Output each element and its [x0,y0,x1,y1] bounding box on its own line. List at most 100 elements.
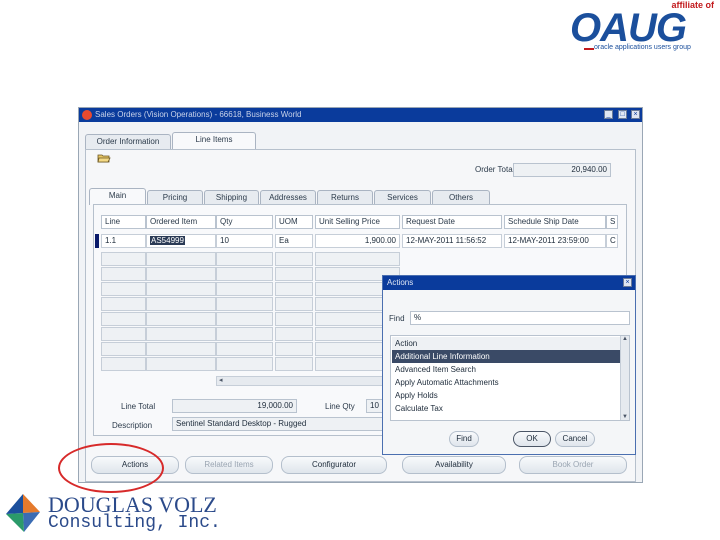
configurator-button[interactable]: Configurator [281,456,387,474]
empty-grid-cell[interactable] [101,342,146,356]
cell-ordered-item-value: AS54999 [150,236,185,245]
empty-grid-cell[interactable] [101,327,146,341]
empty-grid-cell[interactable] [216,312,273,326]
tab-shipping[interactable]: Shipping [204,190,259,205]
tab-addresses[interactable]: Addresses [260,190,316,205]
col-header-line: Line [101,215,146,229]
empty-grid-cell[interactable] [146,357,216,371]
description-field[interactable]: Sentinel Standard Desktop - Rugged [172,417,394,431]
cell-schedule-ship-date[interactable]: 12-MAY-2011 23:59:00 [504,234,606,248]
cell-unit-selling-price[interactable]: 1,900.00 [315,234,400,248]
tab-line-items[interactable]: Line Items [172,132,256,149]
related-items-button[interactable]: Related Items [185,456,273,474]
list-item-apply-holds[interactable]: Apply Holds [392,389,621,402]
tab-pricing-label: Pricing [162,193,188,202]
empty-grid-cell[interactable] [146,342,216,356]
douglas-volz-logo: DOUGLAS VOLZ Consulting, Inc. [0,490,221,540]
empty-grid-cell[interactable] [315,252,400,266]
line-total-field[interactable]: 19,000.00 [172,399,297,413]
maximize-icon[interactable]: □ [618,110,627,119]
empty-grid-cell[interactable] [101,282,146,296]
empty-grid-cell[interactable] [101,297,146,311]
tab-main[interactable]: Main [89,188,146,205]
find-button[interactable]: Find [449,431,479,447]
list-item-advanced-item-search[interactable]: Advanced Item Search [392,363,621,376]
col-header-request-date: Request Date [402,215,502,229]
empty-grid-cell[interactable] [275,342,313,356]
list-vertical-scrollbar[interactable]: ▲ ▼ [620,336,629,420]
folder-open-icon[interactable] [97,152,111,164]
empty-grid-cell[interactable] [146,327,216,341]
actions-highlight-circle [58,443,164,493]
tab-pricing[interactable]: Pricing [147,190,203,205]
tab-returns[interactable]: Returns [317,190,373,205]
scroll-left-icon[interactable]: ◂ [219,377,223,385]
cell-ordered-item[interactable]: AS54999 [146,234,216,248]
col-header-unit-selling-price: Unit Selling Price [315,215,400,229]
empty-grid-cell[interactable] [216,342,273,356]
dialog-close-icon[interactable]: × [623,278,632,287]
cancel-button[interactable]: Cancel [555,431,595,447]
empty-grid-cell[interactable] [275,282,313,296]
col-header-schedule-ship-date: Schedule Ship Date [504,215,606,229]
empty-grid-cell[interactable] [146,282,216,296]
list-column-header: Action [392,337,621,350]
empty-grid-cell[interactable] [216,297,273,311]
list-item-calculate-tax[interactable]: Calculate Tax [392,402,621,415]
col-header-qty: Qty [216,215,273,229]
tab-services[interactable]: Services [374,190,431,205]
empty-grid-cell[interactable] [216,252,273,266]
oaug-red-line [584,48,594,50]
window-title-bar[interactable]: Sales Orders (Vision Operations) - 66618… [79,108,642,122]
empty-grid-cell[interactable] [146,267,216,281]
find-input[interactable]: % [410,311,630,325]
actions-dialog-title-bar[interactable]: Actions × [383,276,635,290]
empty-grid-cell[interactable] [275,267,313,281]
availability-button[interactable]: Availability [402,456,506,474]
list-item-additional-line-information[interactable]: Additional Line Information [392,350,621,363]
close-icon[interactable]: × [631,110,640,119]
empty-grid-cell[interactable] [216,282,273,296]
order-total-field[interactable]: 20,940.00 [513,163,611,177]
oracle-app-icon [82,110,92,120]
empty-grid-cell[interactable] [275,297,313,311]
empty-grid-cell[interactable] [101,252,146,266]
scroll-down-icon[interactable]: ▼ [622,414,628,420]
window-title: Sales Orders (Vision Operations) - 66618… [95,110,302,119]
empty-grid-cell[interactable] [216,357,273,371]
empty-grid-cell[interactable] [146,297,216,311]
list-item-apply-automatic-attachments[interactable]: Apply Automatic Attachments [392,376,621,389]
ok-button[interactable]: OK [513,431,551,447]
minimize-icon[interactable]: _ [604,110,613,119]
empty-grid-cell[interactable] [101,357,146,371]
col-header-status: S [606,215,618,229]
description-label: Description [112,421,153,430]
book-order-button[interactable]: Book Order [519,456,627,474]
empty-grid-cell[interactable] [275,327,313,341]
dv-logo-subtitle: Consulting, Inc. [48,513,221,533]
cell-request-date[interactable]: 12-MAY-2011 11:56:52 [402,234,502,248]
empty-grid-cell[interactable] [101,312,146,326]
col-header-ordered-item: Ordered Item [146,215,216,229]
tab-others[interactable]: Others [432,190,490,205]
oaug-logo: affiliate of OAUG oracle applications us… [568,0,720,58]
empty-grid-cell[interactable] [275,252,313,266]
cell-uom[interactable]: Ea [275,234,313,248]
empty-grid-cell[interactable] [216,267,273,281]
empty-grid-cell[interactable] [101,267,146,281]
tab-returns-label: Returns [330,193,359,202]
grid-horizontal-scrollbar[interactable]: ◂ [216,376,386,386]
empty-grid-cell[interactable] [216,327,273,341]
empty-grid-cell[interactable] [275,357,313,371]
find-label: Find [389,314,405,323]
tab-addresses-label: Addresses [269,193,307,202]
empty-grid-cell[interactable] [146,312,216,326]
empty-grid-cell[interactable] [275,312,313,326]
cell-qty[interactable]: 10 [216,234,273,248]
dv-swirl-icon [6,494,40,532]
scroll-up-icon[interactable]: ▲ [622,336,628,342]
cell-line[interactable]: 1.1 [101,234,146,248]
empty-grid-cell[interactable] [146,252,216,266]
cell-status[interactable]: C [606,234,618,248]
tab-order-information[interactable]: Order Information [85,134,171,149]
